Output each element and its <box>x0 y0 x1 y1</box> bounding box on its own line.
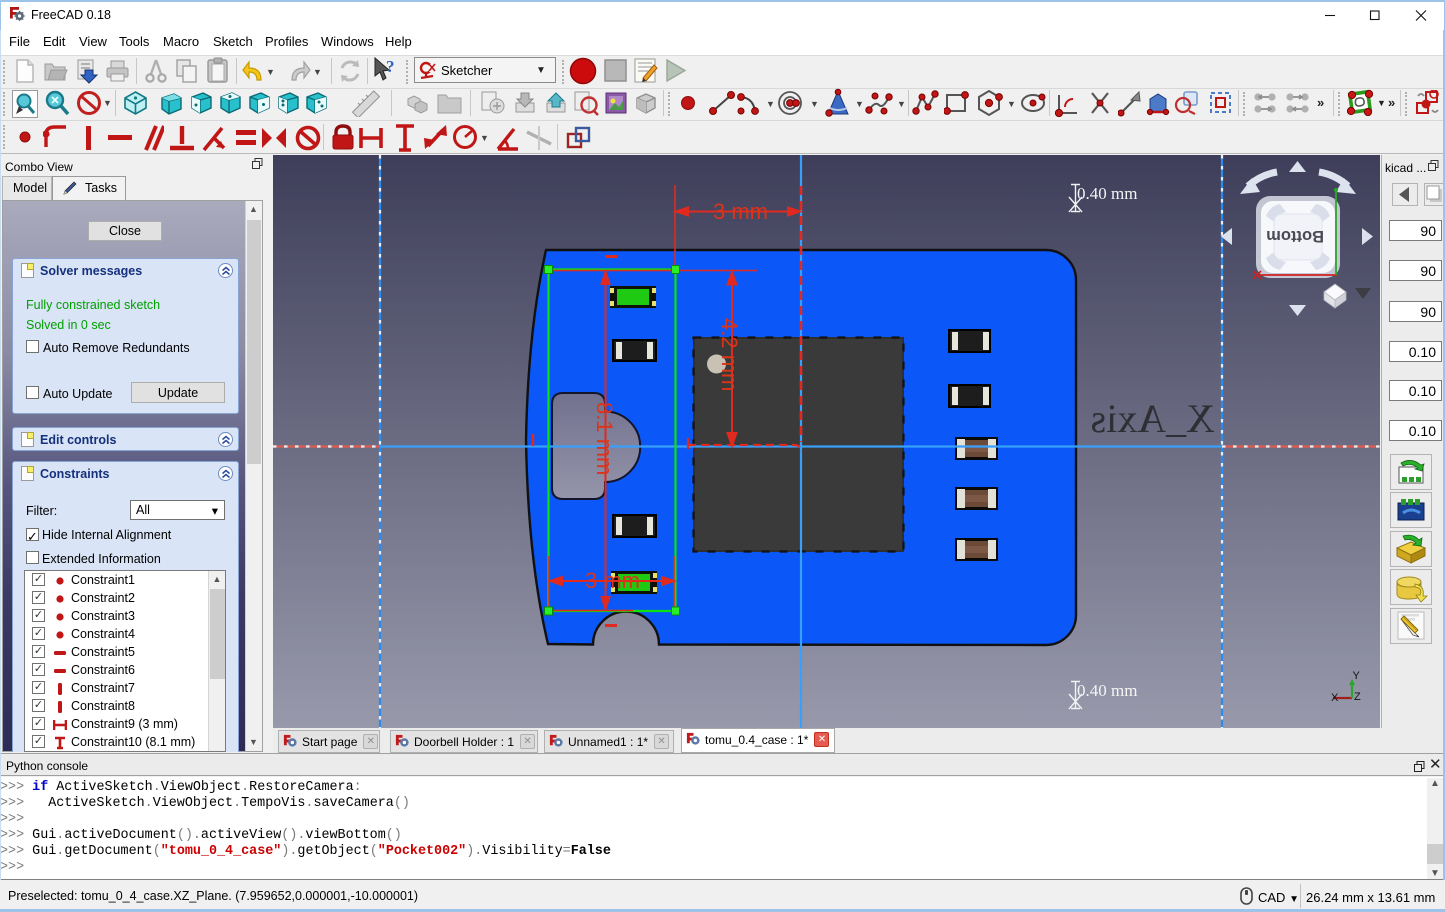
svg-text:Bottom: Bottom <box>1266 227 1324 245</box>
svg-text:8.1 mm: 8.1 mm <box>592 402 617 475</box>
svg-text:0.40 mm: 0.40 mm <box>1077 184 1137 203</box>
svg-text:Z: Z <box>1354 691 1361 703</box>
svg-text:Y: Y <box>1353 670 1361 682</box>
svg-text:3 mm: 3 mm <box>713 199 768 224</box>
svg-text:4.2 mm: 4.2 mm <box>717 318 742 391</box>
svg-text:X_Axis: X_Axis <box>1091 396 1215 441</box>
svg-text:?: ? <box>386 57 395 76</box>
svg-text:0.40 mm: 0.40 mm <box>1077 681 1137 700</box>
svg-text:3 mm: 3 mm <box>585 568 640 593</box>
svg-text:X: X <box>1331 692 1339 704</box>
